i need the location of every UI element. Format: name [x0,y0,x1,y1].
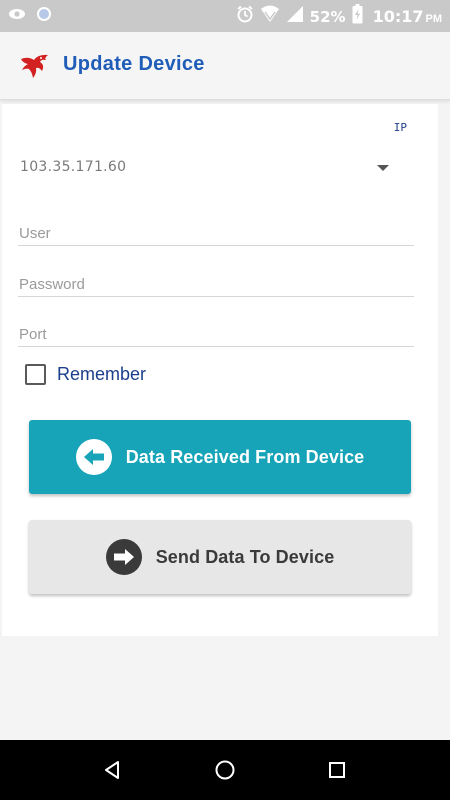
eye-icon [8,7,26,26]
user-field[interactable]: User [18,216,414,246]
eagle-logo [20,53,50,79]
send-data-label: Send Data To Device [155,546,335,567]
arrow-left-icon [75,439,112,475]
battery-charging-icon [352,4,363,29]
status-right: 52% 10:17 PM [236,4,442,29]
nav-bar [0,740,450,800]
home-icon[interactable] [213,758,237,782]
back-icon[interactable] [100,758,124,782]
arrow-right-icon [105,539,142,575]
port-field[interactable]: Port [18,317,414,347]
recents-icon[interactable] [325,758,349,782]
data-received-label: Data Received From Device [125,446,365,467]
alarm-icon [236,5,254,28]
remember-label[interactable]: Remember [57,364,146,385]
signal-icon [286,5,304,28]
battery-percent: 52% [309,7,346,26]
data-received-button[interactable]: Data Received From Device [29,420,411,494]
status-left [8,6,52,27]
clock-ampm: PM [425,13,443,25]
form-card: IP 103.35.171.60 User Password Port Reme… [2,104,438,636]
clock-time: 10:17 [372,7,424,26]
page-title: Update Device [63,53,205,75]
clock: 10:17 PM [373,7,442,26]
password-placeholder: Password [19,276,85,293]
ip-dropdown[interactable]: 103.35.171.60 [20,159,126,175]
port-placeholder: Port [19,326,47,343]
user-placeholder: User [19,225,51,242]
app-bar: Update Device [0,32,450,100]
password-field[interactable]: Password [18,267,414,297]
circle-dot-icon [36,6,52,27]
ip-label: IP [393,121,407,134]
wifi-icon [260,5,280,28]
remember-checkbox[interactable] [25,364,46,385]
status-bar: 52% 10:17 PM [0,0,450,32]
remember-row[interactable]: Remember [25,364,146,385]
send-data-button[interactable]: Send Data To Device [29,520,411,594]
dropdown-arrow-icon[interactable] [377,165,389,171]
